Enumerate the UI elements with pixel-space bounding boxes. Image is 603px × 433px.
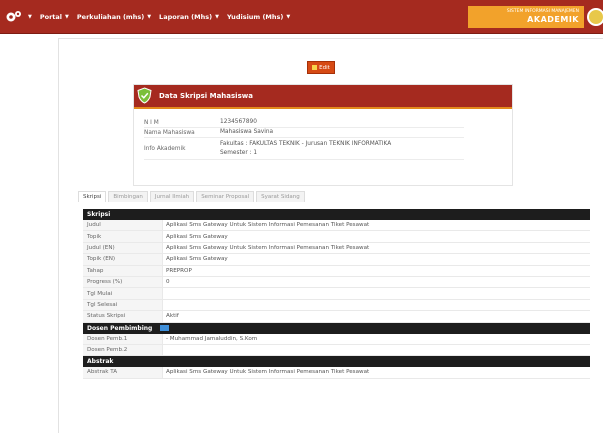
card-header: Data Skripsi Mahasiswa (134, 85, 512, 109)
brand-logo: SISTEM INFORMASI MANAJEMEN AKADEMIK (468, 6, 584, 28)
table-row: Tgl Mulai (83, 288, 590, 300)
row-value: Aktif (166, 313, 179, 320)
row-label: Topik (83, 231, 163, 242)
card-body: N I M 1234567890 Nama Mahasiswa Mahasisw… (144, 118, 464, 160)
chevron-down-icon: ▼ (147, 13, 152, 20)
tab-seminar-proposal[interactable]: Seminar Proposal (196, 191, 255, 202)
info-value: Mahasiswa Savina (220, 129, 274, 135)
table-row: Abstrak TA Aplikasi Sms Gateway Untuk Si… (83, 367, 590, 379)
section-title: Dosen Pembimbing (87, 324, 153, 332)
row-label: Status Skripsi (83, 311, 163, 322)
row-value: Aplikasi Sms Gateway Untuk Sistem Inform… (166, 222, 370, 229)
tab-skripsi[interactable]: Skripsi (78, 191, 107, 202)
row-value: Aplikasi Sms Gateway Untuk Sistem Inform… (166, 244, 370, 251)
chevron-down-icon: ▼ (65, 13, 69, 20)
card-title: Data Skripsi Mahasiswa (159, 92, 253, 100)
info-row-nama: Nama Mahasiswa Mahasiswa Savina (144, 128, 464, 138)
row-label: Judul (83, 220, 163, 231)
pencil-icon (312, 65, 318, 70)
table-row: Tgl Selesai (83, 299, 590, 312)
row-label: Abstrak TA (83, 367, 163, 378)
nav-item-label: Yudisium (Mhs) (226, 12, 284, 21)
nav-portal[interactable]: Portal ▼ (40, 13, 69, 21)
avatar[interactable] (587, 8, 603, 26)
row-label: Dosen Pemb.1 (83, 333, 163, 344)
row-value: Aplikasi Sms Gateway Untuk Sistem Inform… (166, 369, 370, 376)
info-value-fakultas: Fakultas : FAKULTAS TEKNIK - Jurusan TEK… (220, 140, 392, 147)
tab-bar: Skripsi Bimbingan Jurnal Ilmiah Seminar … (78, 191, 307, 202)
edit-button-label: Edit (319, 64, 330, 71)
row-label: Progress (%) (83, 276, 163, 288)
nav-laporan[interactable]: Laporan (Mhs) ▼ (159, 13, 219, 21)
table-row: Judul Aplikasi Sms Gateway Untuk Sistem … (83, 220, 590, 232)
row-label: Tgl Selesai (83, 299, 163, 311)
row-label: Topik (EN) (83, 254, 163, 265)
row-label: Judul (EN) (83, 242, 163, 254)
nav-item-label: Portal (39, 12, 63, 21)
tab-jurnal-ilmiah[interactable]: Jurnal Ilmiah (149, 191, 195, 202)
info-label: Info Akademik (144, 145, 186, 152)
row-label: Tahap (83, 265, 163, 276)
row-value: PREPROP (166, 267, 192, 274)
shield-icon (137, 87, 152, 104)
table-row: Status Skripsi Aktif (83, 311, 590, 323)
table-row: Dosen Pemb.2 (83, 344, 590, 357)
chevron-down-icon: ▼ (215, 13, 219, 20)
section-header-dosen: Dosen Pembimbing (83, 322, 590, 334)
gear-menu-icon[interactable] (3, 7, 25, 27)
nav-item-label: Laporan (Mhs) (159, 12, 213, 21)
nav-yudisium[interactable]: Yudisium (Mhs) ▼ (227, 13, 290, 21)
chevron-down-icon: ▼ (286, 13, 291, 20)
section-header-abstrak: Abstrak (83, 356, 590, 368)
chevron-down-icon: ▼ (28, 13, 32, 20)
table-row: Judul (EN) Aplikasi Sms Gateway Untuk Si… (83, 242, 590, 255)
row-value: 0 (166, 279, 170, 286)
row-value: Aplikasi Sms Gateway (166, 233, 228, 240)
chat-icon[interactable] (160, 325, 170, 332)
row-value: - Muhammad Jamaluddin, S.Kom (166, 335, 258, 342)
edit-button[interactable]: Edit (307, 61, 335, 74)
nav-perkuliahan[interactable]: Perkuliahan (mhs) ▼ (77, 13, 151, 21)
top-navbar: ▼ Portal ▼ Perkuliahan (mhs) ▼ Laporan (… (0, 0, 603, 34)
row-label: Tgl Mulai (83, 288, 163, 299)
tab-bimbingan[interactable]: Bimbingan (108, 191, 148, 202)
info-value: Fakultas : FAKULTAS TEKNIK - Jurusan TEK… (220, 140, 391, 158)
info-label: N I M (144, 119, 159, 126)
info-value-semester: Semester : 1 (220, 149, 258, 156)
nav-item-label: Perkuliahan (mhs) (76, 12, 145, 21)
info-label: Nama Mahasiswa (144, 129, 195, 136)
brand-line2: AKADEMIK (527, 14, 579, 24)
table-row: Topik Aplikasi Sms Gateway (83, 231, 590, 243)
tab-syarat-sidang[interactable]: Syarat Sidang (256, 191, 305, 202)
info-row-akademik: Info Akademik Fakultas : FAKULTAS TEKNIK… (144, 138, 464, 160)
table-row: Dosen Pemb.1 - Muhammad Jamaluddin, S.Ko… (83, 333, 590, 345)
brand-line1: SISTEM INFORMASI MANAJEMEN (506, 9, 579, 14)
info-row-nim: N I M 1234567890 (144, 118, 464, 128)
info-value: 1234567890 (220, 119, 257, 125)
skripsi-table: Skripsi Judul Aplikasi Sms Gateway Untuk… (83, 209, 590, 379)
table-row: Topik (EN) Aplikasi Sms Gateway (83, 254, 590, 266)
table-row: Tahap PREPROP (83, 265, 590, 277)
table-row: Progress (%) 0 (83, 276, 590, 289)
row-label: Dosen Pemb.2 (83, 344, 163, 356)
section-header-skripsi: Skripsi (83, 209, 590, 220)
row-value: Aplikasi Sms Gateway (166, 256, 228, 263)
student-info-card: Data Skripsi Mahasiswa N I M 1234567890 … (133, 84, 513, 186)
